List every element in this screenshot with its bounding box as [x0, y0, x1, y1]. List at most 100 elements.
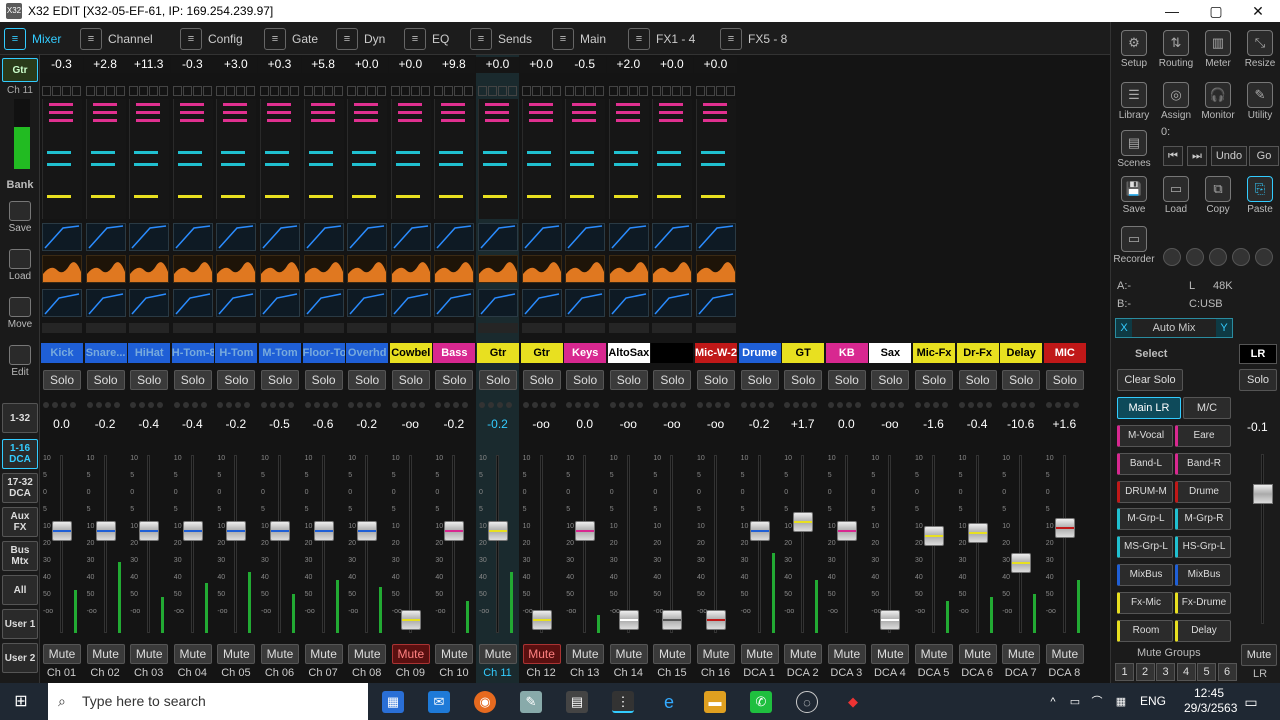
mute-button[interactable]: Mute	[828, 644, 866, 664]
mute-button[interactable]: Mute	[610, 644, 648, 664]
fader-cap[interactable]	[662, 610, 682, 630]
channel-name[interactable]: GT	[782, 343, 824, 363]
fader-cap[interactable]	[532, 610, 552, 630]
channel-name[interactable]: Sax	[869, 343, 911, 363]
gate-curve[interactable]	[478, 223, 518, 251]
dyn-curve[interactable]	[347, 289, 387, 317]
fader[interactable]: 105051020304050-oo	[868, 455, 911, 633]
pan-indicator[interactable]	[522, 323, 562, 333]
fader[interactable]: 105051020304050-oo	[432, 455, 475, 633]
utility-button[interactable]: ✎Utility	[1239, 78, 1280, 128]
mute-button[interactable]: Mute	[784, 644, 822, 664]
paint-icon[interactable]: ✎	[520, 691, 542, 713]
dyn-curve[interactable]	[304, 289, 344, 317]
gain-value[interactable]: +3.0	[214, 57, 257, 73]
gain-value[interactable]: +2.0	[607, 57, 650, 73]
recorder-rewind-icon[interactable]	[1209, 248, 1227, 266]
meter-button[interactable]: ▥Meter	[1197, 26, 1239, 76]
gate-curve[interactable]	[42, 223, 82, 251]
clear-solo-button[interactable]: Clear Solo	[1117, 369, 1183, 391]
eq-curve[interactable]	[391, 255, 431, 283]
mute-group-4[interactable]: 4	[1177, 663, 1196, 681]
bank-button-5[interactable]: All	[2, 575, 38, 605]
mute-button[interactable]: Mute	[523, 644, 561, 664]
eq-curve[interactable]	[173, 255, 213, 283]
recorder-play-icon[interactable]	[1186, 248, 1204, 266]
fader[interactable]: 105051020304050-oo	[214, 455, 257, 633]
solo-button[interactable]: Solo	[130, 370, 168, 390]
automix-bar[interactable]: XAuto MixY	[1115, 318, 1233, 338]
solo-button[interactable]: Solo	[217, 370, 255, 390]
routing-button[interactable]: ⇅Routing	[1155, 26, 1197, 76]
tab-7[interactable]: ≡Main	[552, 24, 606, 54]
move-button[interactable]: Move	[2, 297, 38, 330]
group-button-0-0[interactable]: M-Vocal	[1117, 425, 1173, 447]
group-button-0-1[interactable]: Eare	[1175, 425, 1231, 447]
group-button-7-0[interactable]: Room	[1117, 620, 1173, 642]
channel-name[interactable]: Delay	[1000, 343, 1042, 363]
pan-indicator[interactable]	[173, 323, 213, 333]
gate-curve[interactable]	[434, 223, 474, 251]
pan-indicator[interactable]	[260, 323, 300, 333]
solo-button[interactable]: Solo	[959, 370, 997, 390]
fader[interactable]: 105051020304050-oo	[650, 455, 693, 633]
pan-indicator[interactable]	[129, 323, 169, 333]
dyn-curve[interactable]	[522, 289, 562, 317]
tab-4[interactable]: ≡Dyn	[336, 24, 385, 54]
channel-name[interactable]: Gtr	[521, 343, 563, 363]
pan-indicator[interactable]	[42, 323, 82, 333]
folder-icon[interactable]: ▬	[704, 691, 726, 713]
dyn-curve[interactable]	[260, 289, 300, 317]
channel-name[interactable]: Overhd	[346, 343, 388, 363]
fader[interactable]: 105051020304050-oo	[912, 455, 955, 633]
fader-cap[interactable]	[96, 521, 116, 541]
channel-name[interactable]: Cowbel	[390, 343, 432, 363]
fader[interactable]: 105051020304050-oo	[127, 455, 170, 633]
fader-cap[interactable]	[619, 610, 639, 630]
fader[interactable]: 105051020304050-oo	[1043, 455, 1086, 633]
mute-group-3[interactable]: 3	[1156, 663, 1175, 681]
recorder-record-icon[interactable]	[1255, 248, 1273, 266]
undo-button[interactable]: Undo	[1211, 146, 1247, 166]
bank-button-0[interactable]: 1-32	[2, 403, 38, 433]
eq-curve[interactable]	[652, 255, 692, 283]
lr-name[interactable]: LR	[1239, 344, 1277, 364]
channel-name[interactable]: AltoSax	[608, 343, 650, 363]
lr-solo-button[interactable]: Solo	[1239, 369, 1277, 391]
load-button[interactable]: Load	[2, 249, 38, 282]
windows-start-icon[interactable]: ⊞	[10, 691, 32, 713]
eq-curve[interactable]	[216, 255, 256, 283]
tab-2[interactable]: ≡Config	[180, 24, 243, 54]
pan-indicator[interactable]	[216, 323, 256, 333]
bank-button-1[interactable]: 1-16 DCA	[2, 439, 38, 469]
mute-group-2[interactable]: 2	[1136, 663, 1155, 681]
tab-9[interactable]: ≡FX5 - 8	[720, 24, 787, 54]
solo-button[interactable]: Solo	[348, 370, 386, 390]
fader-cap[interactable]	[444, 521, 464, 541]
mute-button[interactable]: Mute	[479, 644, 517, 664]
mute-button[interactable]: Mute	[1002, 644, 1040, 664]
solo-button[interactable]: Solo	[43, 370, 81, 390]
group-button-5-1[interactable]: MixBus	[1175, 564, 1231, 586]
channel-name[interactable]: Bass	[433, 343, 475, 363]
channel-name[interactable]: Dr-Fx	[957, 343, 999, 363]
tab-0[interactable]: ≡Mixer	[4, 24, 61, 54]
fader-cap[interactable]	[880, 610, 900, 630]
solo-button[interactable]: Solo	[523, 370, 561, 390]
fader-cap[interactable]	[226, 521, 246, 541]
minimize-button[interactable]: —	[1150, 0, 1194, 22]
mute-button[interactable]: Mute	[348, 644, 386, 664]
fader-cap[interactable]	[1011, 553, 1031, 573]
fader[interactable]: 105051020304050-oo	[825, 455, 868, 633]
gate-curve[interactable]	[260, 223, 300, 251]
dyn-curve[interactable]	[652, 289, 692, 317]
lr-fader[interactable]	[1251, 454, 1275, 624]
pan-indicator[interactable]	[609, 323, 649, 333]
dyn-curve[interactable]	[434, 289, 474, 317]
fader-cap[interactable]	[575, 521, 595, 541]
channel-name[interactable]: H-Tom-8	[172, 343, 214, 363]
eq-curve[interactable]	[565, 255, 605, 283]
channel-name[interactable]: Snare...	[85, 343, 127, 363]
eq-curve[interactable]	[42, 255, 82, 283]
channel-name[interactable]: KB	[826, 343, 868, 363]
